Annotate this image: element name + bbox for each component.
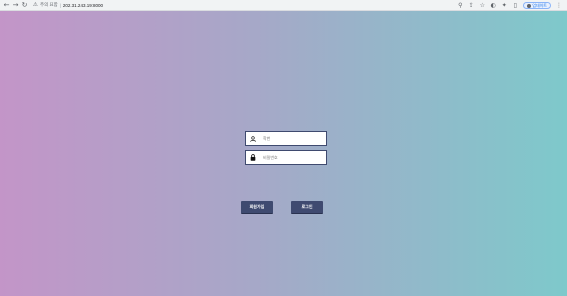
signup-button[interactable]: 회원가입 bbox=[241, 201, 273, 214]
password-field[interactable] bbox=[245, 150, 327, 165]
user-icon bbox=[246, 135, 260, 142]
side-panel-icon[interactable]: ▯ bbox=[510, 0, 520, 11]
warning-icon: ⚠ bbox=[33, 2, 38, 8]
login-page: 회원가입 로그인 bbox=[0, 11, 567, 296]
browser-toolbar: ← → ↻ ⚠ 주의 요함 | 202.31.243.19:8000 ⚲ ⇪ ☆… bbox=[0, 0, 567, 11]
url-text: 202.31.243.19:8000 bbox=[62, 2, 103, 8]
update-label: 업데이트 bbox=[532, 2, 547, 8]
update-button[interactable]: 업데이트 bbox=[523, 2, 551, 9]
browser-tools: ⚲ ⇪ ☆ ◐ ✦ ▯ 업데이트 ⋮ bbox=[455, 0, 564, 11]
extension-icon[interactable]: ◐ bbox=[488, 0, 498, 11]
forward-icon[interactable]: → bbox=[11, 0, 20, 11]
password-input[interactable] bbox=[263, 155, 323, 160]
security-label: 주의 요함 bbox=[39, 2, 58, 7]
address-separator: | bbox=[59, 2, 61, 8]
address-bar[interactable]: ⚠ 주의 요함 | 202.31.243.19:8000 bbox=[33, 0, 103, 11]
zoom-icon[interactable]: ⚲ bbox=[455, 0, 465, 11]
bookmark-star-icon[interactable]: ☆ bbox=[477, 0, 487, 11]
lock-icon bbox=[246, 154, 260, 161]
share-icon[interactable]: ⇪ bbox=[466, 0, 476, 11]
student-id-input[interactable] bbox=[263, 136, 323, 141]
login-button[interactable]: 로그인 bbox=[291, 201, 323, 214]
reload-icon[interactable]: ↻ bbox=[20, 0, 29, 11]
menu-icon[interactable]: ⋮ bbox=[554, 0, 564, 11]
student-id-field[interactable] bbox=[245, 131, 327, 146]
back-icon[interactable]: ← bbox=[2, 0, 11, 11]
puzzle-icon[interactable]: ✦ bbox=[499, 0, 509, 11]
profile-avatar bbox=[527, 3, 532, 8]
